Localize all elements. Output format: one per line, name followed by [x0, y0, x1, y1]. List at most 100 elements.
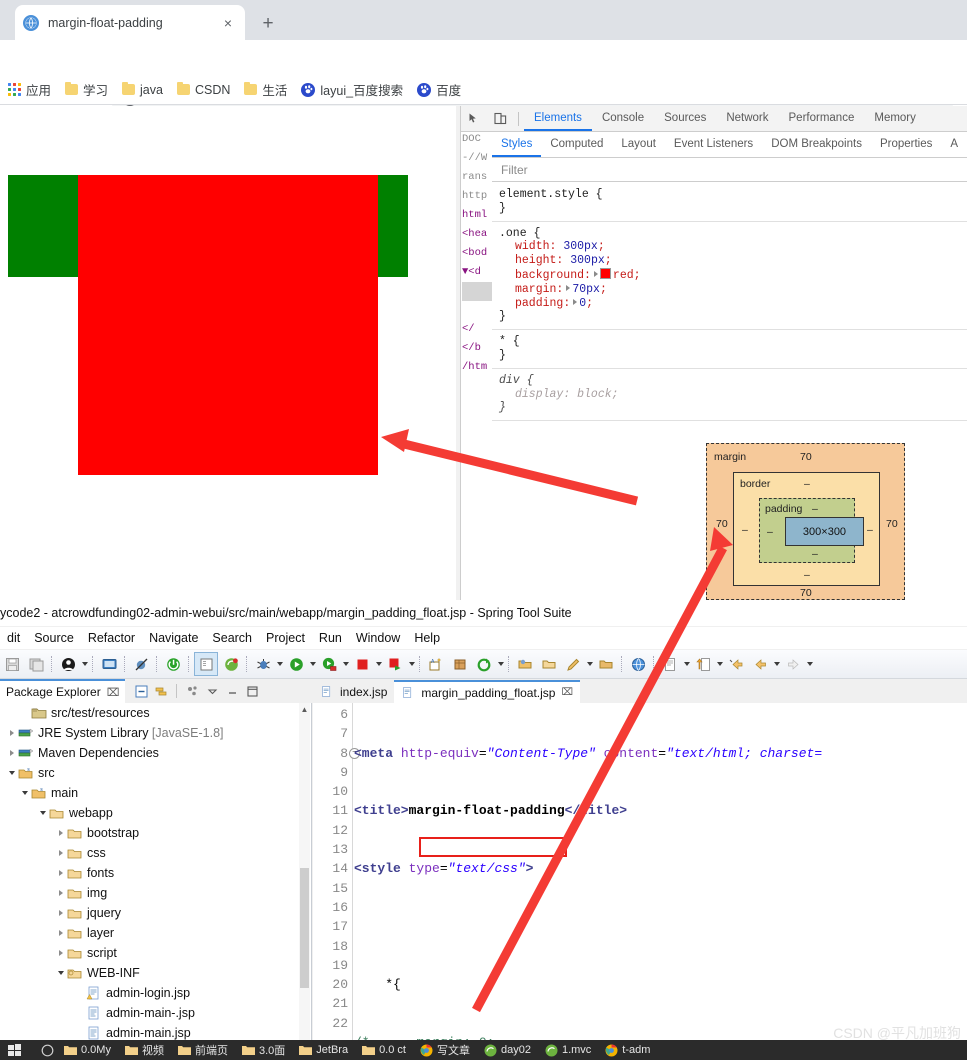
menu-item-source[interactable]: Source	[27, 631, 81, 645]
collapse-all-icon[interactable]	[131, 681, 151, 701]
terminate-icon[interactable]	[162, 653, 184, 675]
taskbar-item-8[interactable]: 1.mvc	[545, 1044, 591, 1057]
chevron-down-icon[interactable]	[275, 653, 284, 675]
sidebar-tab-computed[interactable]: Computed	[541, 132, 612, 157]
css-declaration-margin[interactable]: margin: 70px;	[499, 283, 967, 297]
css-rule-one[interactable]: .one { width: 300px; height: 300px; back…	[492, 222, 967, 331]
device-toolbar-icon[interactable]	[487, 107, 513, 131]
tree-item-admin-login-jsp[interactable]: admin-login.jsp	[0, 983, 312, 1003]
refresh-icon[interactable]	[473, 653, 495, 675]
start-button-icon[interactable]	[0, 1040, 30, 1060]
stop-icon[interactable]	[351, 653, 373, 675]
css-declaration-height[interactable]: height: 300px;	[499, 254, 967, 268]
tree-twisty[interactable]	[54, 863, 67, 883]
package-explorer-tab[interactable]: Package Explorer ⌧	[0, 679, 126, 703]
run-last-icon[interactable]	[384, 653, 406, 675]
bookmark-java[interactable]: java	[122, 82, 163, 97]
taskbar-item-7[interactable]: day02	[484, 1044, 531, 1057]
scrollbar-thumb[interactable]	[300, 868, 309, 988]
tree-twisty[interactable]	[5, 723, 18, 743]
menu-item-search[interactable]: Search	[205, 631, 259, 645]
tree-item-img[interactable]: img	[0, 883, 312, 903]
css-rule-element-style[interactable]: element.style { }	[492, 183, 967, 222]
tree-twisty[interactable]	[54, 923, 67, 943]
tree-item-maven-dependencies[interactable]: Maven Dependencies	[0, 743, 312, 763]
new-tab-button[interactable]: +	[255, 11, 281, 37]
chevron-down-icon[interactable]	[80, 653, 89, 675]
taskbar-item-0[interactable]: 0.0My	[64, 1044, 111, 1056]
inspect-element-icon[interactable]	[461, 107, 487, 131]
package-explorer-scrollbar[interactable]: ▲	[299, 703, 310, 1040]
open-task-icon[interactable]	[194, 652, 218, 676]
editor-tab-margin-padding-float-jsp[interactable]: margin_padding_float.jsp ⌧	[394, 680, 580, 703]
link-with-editor-icon[interactable]	[151, 681, 171, 701]
save-all-icon[interactable]	[25, 653, 47, 675]
chevron-down-icon[interactable]	[715, 653, 724, 675]
dom-tree-strip[interactable]: DOC -//W rans http html <hea <bod ▼<d </…	[461, 130, 492, 600]
menu-item-project[interactable]: Project	[259, 631, 312, 645]
taskbar-item-4[interactable]: JetBra	[299, 1044, 348, 1056]
tree-item-webapp[interactable]: webapp	[0, 803, 312, 823]
menu-item-refactor[interactable]: Refactor	[81, 631, 142, 645]
close-icon[interactable]: ⌧	[561, 687, 573, 698]
new-package-icon[interactable]	[449, 653, 471, 675]
menu-item-navigate[interactable]: Navigate	[142, 631, 205, 645]
tree-item-jquery[interactable]: jquery	[0, 903, 312, 923]
tree-twisty[interactable]	[18, 783, 31, 803]
chevron-down-icon[interactable]	[308, 653, 317, 675]
user-icon[interactable]	[57, 653, 79, 675]
tree-item-css[interactable]: css	[0, 843, 312, 863]
package-explorer-tree[interactable]: src/test/resources JRE System Library [J…	[0, 703, 312, 1040]
chevron-down-icon[interactable]	[805, 653, 814, 675]
expand-triangle-icon[interactable]	[573, 298, 578, 305]
tree-item-fonts[interactable]: fonts	[0, 863, 312, 883]
forward-navigation-icon[interactable]	[782, 653, 804, 675]
sidebar-tab-styles[interactable]: Styles	[492, 132, 542, 157]
tree-twisty[interactable]	[54, 963, 67, 983]
search-icon[interactable]	[562, 653, 584, 675]
open-resource-icon[interactable]	[538, 653, 560, 675]
css-declaration-width[interactable]: width: 300px;	[499, 240, 967, 254]
devtools-tab-elements[interactable]: Elements	[524, 106, 592, 131]
expand-triangle-icon[interactable]	[593, 270, 598, 277]
bookmark-apps[interactable]: 应用	[8, 80, 51, 99]
scroll-up-icon[interactable]: ▲	[299, 703, 310, 716]
tree-item-src-test-resources[interactable]: src/test/resources	[0, 703, 312, 723]
tree-item-main[interactable]: s main	[0, 783, 312, 803]
chevron-down-icon[interactable]	[772, 653, 781, 675]
tree-item-bootstrap[interactable]: bootstrap	[0, 823, 312, 843]
open-browser-icon[interactable]	[627, 653, 649, 675]
taskbar-item-9[interactable]: t-adm	[605, 1044, 650, 1057]
taskbar-item-3[interactable]: 3.0面	[241, 1042, 285, 1058]
browser-tab[interactable]: margin-float-padding ×	[15, 5, 245, 40]
tree-twisty[interactable]	[54, 823, 67, 843]
search-icon[interactable]	[30, 1040, 64, 1060]
editor-source-code[interactable]: <meta http-equiv="Content-Type" content=…	[354, 703, 967, 1040]
taskbar-item-2[interactable]: 前端页	[177, 1042, 228, 1058]
css-rule-div-useragent[interactable]: div { display: block; }	[492, 369, 967, 422]
bookmark-xuexi[interactable]: 学习	[65, 80, 108, 99]
tree-item-script[interactable]: script	[0, 943, 312, 963]
color-swatch-icon[interactable]	[599, 267, 611, 279]
tree-twisty[interactable]	[18, 703, 31, 723]
tree-item-layer[interactable]: layer	[0, 923, 312, 943]
open-file-icon[interactable]	[595, 653, 617, 675]
maximize-icon[interactable]	[242, 681, 262, 701]
sidebar-tab-properties[interactable]: Properties	[871, 132, 941, 157]
chevron-down-icon[interactable]	[585, 653, 594, 675]
tree-twisty[interactable]	[54, 903, 67, 923]
tree-twisty[interactable]	[5, 743, 18, 763]
expand-triangle-icon[interactable]	[566, 284, 571, 291]
sidebar-tab-event-listeners[interactable]: Event Listeners	[665, 132, 762, 157]
sidebar-tab-layout[interactable]: Layout	[612, 132, 665, 157]
taskbar-item-6[interactable]: 写文章	[420, 1042, 470, 1058]
menu-item-edit[interactable]: dit	[0, 631, 27, 645]
save-icon[interactable]	[1, 653, 23, 675]
skip-breakpoints-icon[interactable]	[130, 653, 152, 675]
run-on-server-icon[interactable]	[318, 653, 340, 675]
tree-twisty[interactable]	[54, 943, 67, 963]
tree-twisty[interactable]	[54, 843, 67, 863]
devtools-tab-sources[interactable]: Sources	[654, 106, 716, 131]
spring-boot-icon[interactable]	[220, 653, 242, 675]
minimize-icon[interactable]	[222, 681, 242, 701]
